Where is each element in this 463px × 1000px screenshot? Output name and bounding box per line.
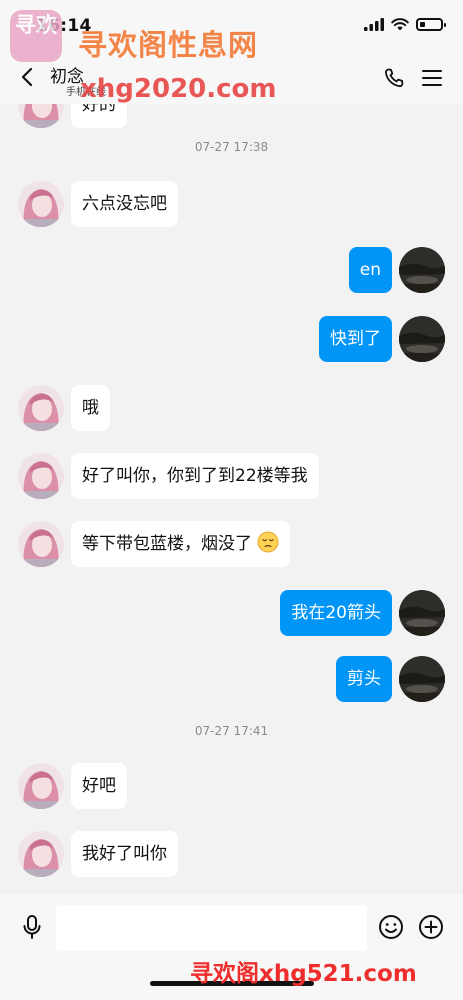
message-bubble[interactable]: 快到了 [319, 316, 392, 362]
message-text: 等下带包蓝楼，烟没了 [82, 534, 252, 554]
my-avatar[interactable] [399, 316, 445, 362]
contact-avatar[interactable] [18, 181, 64, 227]
microphone-icon[interactable] [20, 914, 44, 940]
message-text: en [359, 260, 381, 280]
message-bubble[interactable]: 哦 [71, 385, 110, 431]
contact-avatar[interactable] [18, 385, 64, 431]
incoming-message: 哦 [0, 385, 463, 431]
message-bubble[interactable]: 好吧 [71, 763, 127, 809]
message-bubble[interactable]: 剪头 [336, 656, 392, 702]
wifi-icon [391, 18, 409, 31]
message-text: 我好了叫你 [82, 844, 167, 864]
my-avatar[interactable] [399, 656, 445, 702]
message-bubble[interactable]: 好的 [71, 104, 127, 128]
outgoing-message: 我在20箭头 [0, 590, 463, 636]
incoming-message: 好的 [0, 104, 463, 128]
incoming-message: 好吧 [0, 763, 463, 809]
message-text: 好了叫你，你到了到22楼等我 [82, 466, 308, 486]
watermark-bottom: 寻欢阁xhg521.com [190, 961, 417, 987]
my-avatar[interactable] [399, 247, 445, 293]
battery-fill [420, 22, 425, 27]
status-icons [364, 18, 446, 31]
message-text: 剪头 [347, 669, 381, 689]
battery-icon [416, 18, 446, 31]
contact-status: 手机在线 [66, 87, 106, 98]
sad-face-emoji [257, 531, 279, 553]
message-text: 快到了 [330, 329, 381, 349]
incoming-message: 我好了叫你 [0, 831, 463, 877]
outgoing-message: 剪头 [0, 656, 463, 702]
message-bubble[interactable]: 等下带包蓝楼，烟没了 [71, 521, 291, 567]
incoming-message: 六点没忘吧 [0, 181, 463, 227]
outgoing-message: 快到了 [0, 316, 463, 362]
incoming-message: 等下带包蓝楼，烟没了 [0, 521, 463, 567]
message-bubble[interactable]: 好了叫你，你到了到22楼等我 [71, 453, 319, 499]
phone-icon[interactable] [382, 66, 406, 90]
status-time: 16:14 [36, 16, 92, 36]
signal-icon [364, 18, 384, 31]
incoming-message: 好了叫你，你到了到22楼等我 [0, 453, 463, 499]
outgoing-message: en [0, 247, 463, 293]
message-text: 六点没忘吧 [82, 194, 167, 214]
menu-icon[interactable] [420, 66, 444, 90]
emoji-icon[interactable] [378, 914, 404, 940]
my-avatar[interactable] [399, 590, 445, 636]
timestamp: 07-27 17:38 [194, 140, 269, 154]
message-bubble[interactable]: 六点没忘吧 [71, 181, 178, 227]
message-list[interactable]: 好的 07-27 17:38 六点没忘吧 en 快到了哦好了叫你，你到了到22楼等我 等下… [0, 104, 463, 894]
plus-icon[interactable] [418, 914, 444, 940]
message-input[interactable] [56, 905, 367, 951]
message-text: 好吧 [82, 776, 116, 796]
contact-avatar[interactable] [18, 453, 64, 499]
message-text: 好的 [82, 104, 116, 115]
message-text: 我在20箭头 [291, 603, 381, 623]
message-bubble[interactable]: en [348, 247, 392, 293]
message-text: 哦 [82, 398, 99, 418]
timestamp: 07-27 17:41 [194, 724, 269, 738]
back-icon[interactable] [16, 63, 40, 91]
status-bar: 16:14 [0, 0, 463, 52]
message-bubble[interactable]: 我在20箭头 [280, 590, 392, 636]
chat-header: 初念 手机在线 [0, 52, 463, 104]
message-bubble[interactable]: 我好了叫你 [71, 831, 178, 877]
contact-avatar[interactable] [18, 104, 64, 128]
contact-avatar[interactable] [18, 521, 64, 567]
contact-avatar[interactable] [18, 831, 64, 877]
contact-avatar[interactable] [18, 763, 64, 809]
